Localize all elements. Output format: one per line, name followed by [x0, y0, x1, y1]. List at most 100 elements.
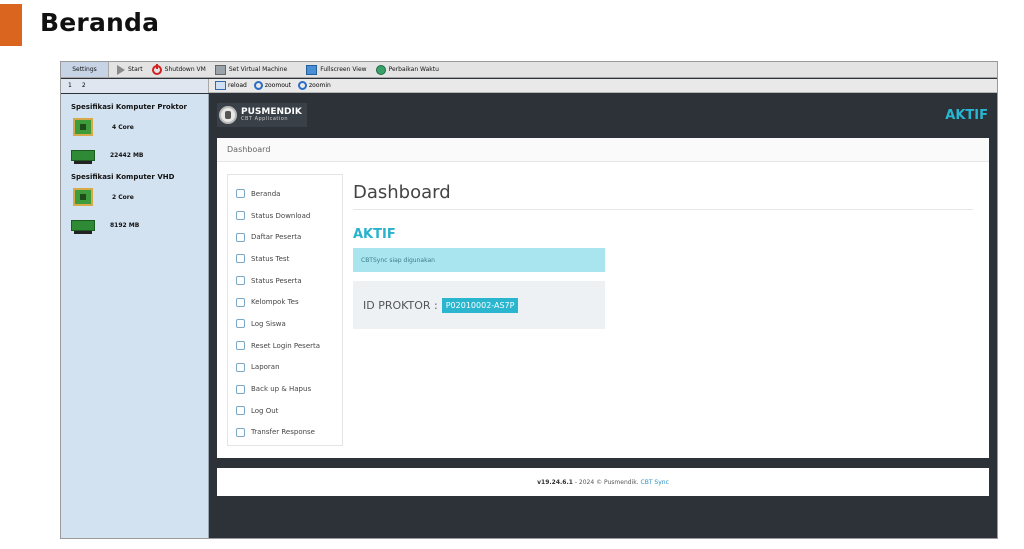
proktor-cpu-row: 4 Core — [71, 117, 208, 137]
logout-icon — [236, 406, 245, 416]
vm-icon — [214, 64, 226, 75]
cloud-download-icon — [236, 211, 245, 221]
ram-icon — [71, 219, 95, 234]
tab-2[interactable]: 2 — [82, 82, 86, 89]
power-icon — [151, 63, 162, 75]
refresh-icon — [236, 341, 245, 351]
reload-label: reload — [228, 82, 247, 89]
main-toolbar: Settings Start Shutdown VM Set Virtual M… — [61, 62, 997, 78]
rss-icon — [236, 427, 245, 437]
menu-item-daftar-peserta[interactable]: Daftar Peserta — [228, 226, 342, 248]
cbt-sync-link[interactable]: CBT Sync — [641, 479, 669, 486]
zoomin-button[interactable]: zoomin — [298, 81, 331, 90]
menu-item-status-peserta[interactable]: Status Peserta — [228, 270, 342, 292]
menu-item-logout[interactable]: Log Out — [228, 400, 342, 422]
slide-accent-bar — [0, 4, 22, 46]
fullscreen-label: Fullscreen View — [320, 66, 367, 73]
proktor-ram-value: 22442 MB — [110, 151, 144, 159]
menu-label: Beranda — [251, 189, 281, 198]
proktor-cpu-value: 4 Core — [112, 123, 134, 131]
set-vm-label: Set Virtual Machine — [228, 66, 288, 73]
zoom-in-icon — [298, 81, 308, 90]
cpu-icon — [73, 118, 93, 136]
print-icon — [236, 362, 245, 372]
zoomin-label: zoomin — [309, 82, 331, 89]
settings-label: Settings — [72, 66, 97, 73]
menu-item-status-test[interactable]: Status Test — [228, 248, 342, 270]
status-heading: AKTIF — [353, 227, 396, 242]
fix-time-button[interactable]: Perbaikan Waktu — [375, 64, 439, 75]
fix-time-label: Perbaikan Waktu — [388, 66, 439, 73]
logo-text: PUSMENDIK CBT Application — [241, 108, 302, 122]
menu-label: Status Download — [251, 211, 311, 220]
breadcrumb: Dashboard — [217, 138, 989, 162]
menu-item-kelompok-tes[interactable]: Kelompok Tes — [228, 291, 342, 313]
tab-strip: 1 2 — [61, 78, 209, 93]
set-vm-button[interactable]: Set Virtual Machine — [214, 64, 288, 75]
list-icon — [236, 232, 245, 242]
book-icon — [236, 319, 245, 329]
menu-label: Transfer Response — [251, 428, 315, 437]
footer-text: - 2024 © Pusmendik. — [572, 478, 641, 486]
start-label: Start — [128, 66, 143, 73]
menu-label: Log Siswa — [251, 319, 286, 328]
secondary-toolbar: 1 2 reload zoomout zoomin — [61, 78, 997, 93]
vhd-ram-value: 8192 MB — [110, 221, 140, 229]
zoomout-label: zoomout — [264, 82, 292, 89]
proktor-id-label: ID PROKTOR : — [363, 298, 438, 312]
footer: v19.24.6.1 - 2024 © Pusmendik. CBT Sync — [217, 468, 989, 496]
start-button[interactable]: Start — [117, 64, 143, 75]
side-menu: Beranda Status Download Daftar Peserta S… — [227, 174, 343, 446]
menu-label: Kelompok Tes — [251, 298, 299, 307]
menu-item-reset-login[interactable]: Reset Login Peserta — [228, 335, 342, 357]
vhd-spec-title: Spesifikasi Komputer VHD — [71, 173, 175, 181]
version-text: v19.24.6.1 — [537, 478, 573, 486]
dashboard-header: PUSMENDIK CBT Application AKTIF — [217, 99, 989, 131]
emblem-icon — [219, 106, 237, 124]
vhd-cpu-row: 2 Core — [71, 187, 208, 207]
menu-item-status-download[interactable]: Status Download — [228, 205, 342, 227]
fullscreen-button[interactable]: Fullscreen View — [306, 64, 367, 75]
status-header-badge: AKTIF — [945, 107, 988, 123]
cpu-icon — [73, 188, 93, 206]
dashboard-content: Dashboard AKTIF CBTSync siap digunakan I… — [353, 182, 973, 329]
menu-item-backup-hapus[interactable]: Back up & Hapus — [228, 378, 342, 400]
menu-item-laporan[interactable]: Laporan — [228, 357, 342, 379]
menu-label: Status Test — [251, 254, 290, 263]
page-title: Dashboard — [353, 182, 973, 210]
logo-sub-text: CBT Application — [241, 116, 289, 122]
menu-item-transfer-response[interactable]: Transfer Response — [228, 422, 342, 444]
proktor-spec-title: Spesifikasi Komputer Proktor — [71, 103, 187, 111]
shutdown-vm-button[interactable]: Shutdown VM — [151, 63, 206, 75]
menu-label: Daftar Peserta — [251, 233, 302, 242]
vhd-ram-row: 8192 MB — [71, 215, 208, 235]
proktor-id-box: ID PROKTOR : P02010002-AS7P — [353, 281, 605, 329]
app-window: Settings Start Shutdown VM Set Virtual M… — [60, 61, 998, 539]
settings-tab[interactable]: Settings — [61, 62, 109, 77]
home-icon — [236, 189, 245, 199]
zoom-bar: reload zoomout zoomin — [209, 81, 331, 90]
edit-icon — [236, 254, 245, 264]
fullscreen-icon — [306, 64, 318, 75]
menu-label: Log Out — [251, 406, 279, 415]
menu-label: Back up & Hapus — [251, 385, 312, 394]
dashboard-area: PUSMENDIK CBT Application AKTIF Dashboar… — [209, 94, 997, 538]
zoom-out-icon — [253, 81, 263, 90]
slide-title: Beranda — [40, 8, 160, 37]
proktor-id-value: P02010002-AS7P — [441, 297, 519, 313]
user-icon — [236, 276, 245, 286]
zoomout-button[interactable]: zoomout — [253, 81, 292, 90]
status-alert: CBTSync siap digunakan — [353, 248, 605, 272]
shutdown-label: Shutdown VM — [164, 66, 206, 73]
menu-item-log-siswa[interactable]: Log Siswa — [228, 313, 342, 335]
users-icon — [236, 297, 245, 307]
menu-item-beranda[interactable]: Beranda — [228, 183, 342, 205]
tab-1[interactable]: 1 — [68, 82, 72, 89]
reload-icon — [215, 81, 226, 90]
proktor-ram-row: 22442 MB — [71, 145, 208, 165]
menu-label: Laporan — [251, 363, 280, 372]
clock-icon — [375, 64, 386, 75]
reload-button[interactable]: reload — [215, 81, 247, 90]
menu-label: Reset Login Peserta — [251, 341, 321, 350]
pusmendik-logo: PUSMENDIK CBT Application — [217, 103, 307, 127]
